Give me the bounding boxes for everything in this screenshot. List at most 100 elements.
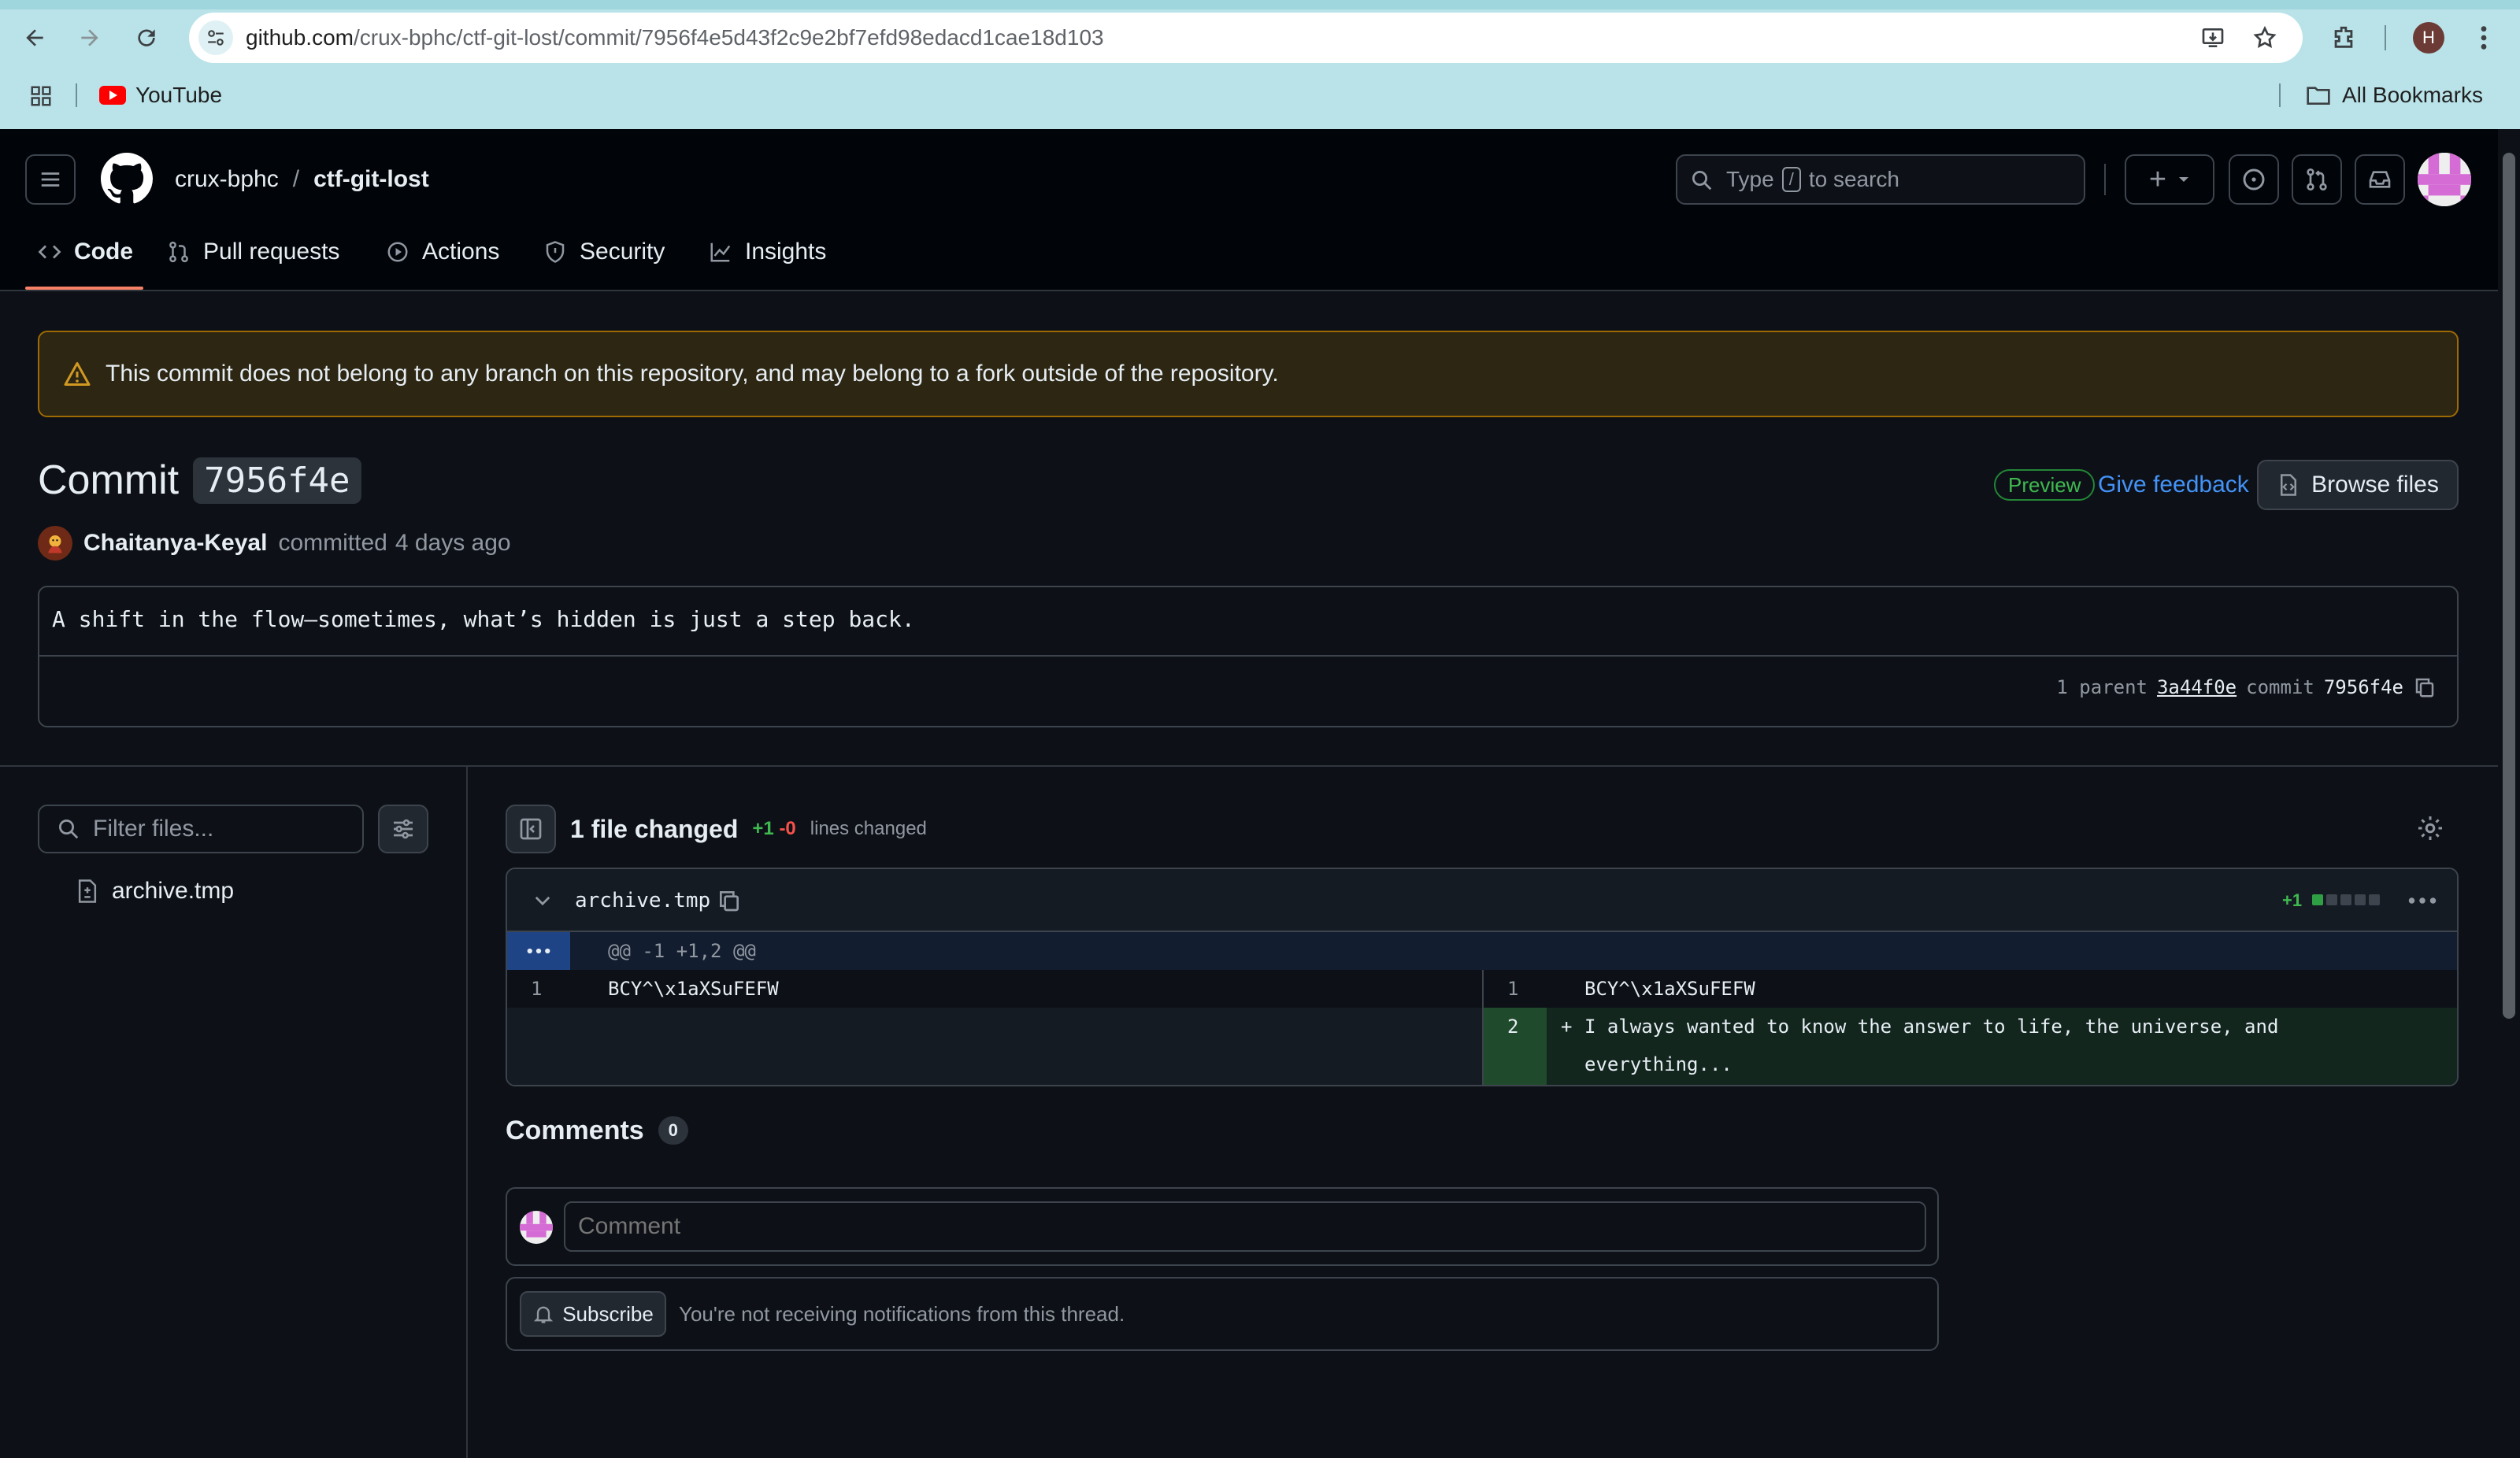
browse-files-button[interactable]: Browse files bbox=[2257, 460, 2459, 510]
preview-badge: Preview bbox=[1994, 469, 2096, 501]
install-app-icon[interactable] bbox=[2194, 19, 2232, 57]
tab-code[interactable]: Code bbox=[38, 230, 133, 274]
give-feedback-link[interactable]: Give feedback bbox=[2098, 469, 2249, 501]
star-icon[interactable] bbox=[2246, 19, 2284, 57]
search-icon bbox=[1692, 171, 1712, 191]
code-line-wrap: everything... bbox=[1584, 1053, 1732, 1075]
copy-icon[interactable] bbox=[2413, 675, 2437, 699]
subscription-status-text: You're not receiving notifications from … bbox=[679, 1302, 1125, 1326]
author-avatar-image bbox=[48, 535, 62, 553]
identicon-image bbox=[2418, 153, 2471, 206]
kebab-menu-icon[interactable] bbox=[2466, 19, 2501, 57]
issue-icon bbox=[2243, 168, 2265, 191]
code-line: BCY^\x1aXSuFEFW bbox=[1584, 978, 1755, 1000]
plus-icon: + bbox=[2148, 163, 2167, 196]
commit-time: 4 days ago bbox=[395, 530, 511, 556]
ellipsis-icon bbox=[527, 948, 550, 954]
identicon-image bbox=[520, 1211, 553, 1244]
address-bar[interactable]: github.com/crux-bphc/ctf-git-lost/commit… bbox=[189, 13, 2303, 63]
toggle-file-tree-button[interactable] bbox=[506, 805, 556, 853]
warning-text: This commit does not belong to any branc… bbox=[106, 361, 1279, 387]
commit-author-line: Chaitanya-Keyal committed 4 days ago bbox=[38, 524, 511, 562]
bookmark-divider bbox=[76, 83, 77, 107]
url-text: github.com/crux-bphc/ctf-git-lost/commit… bbox=[246, 13, 1104, 63]
profile-avatar[interactable]: H bbox=[2413, 22, 2444, 54]
bookmark-label: YouTube bbox=[135, 83, 223, 107]
forward-button[interactable] bbox=[69, 17, 110, 58]
url-domain: github.com bbox=[246, 25, 354, 50]
github-header: crux-bphc / ctf-git-lost Type / to searc… bbox=[0, 129, 2520, 291]
search-input[interactable]: Type / to search bbox=[1676, 154, 2085, 205]
filter-options-button[interactable] bbox=[378, 805, 428, 853]
filter-files-input[interactable]: Filter files... bbox=[38, 805, 364, 853]
alert-icon bbox=[64, 362, 91, 386]
comments-heading: Comments 0 bbox=[506, 1112, 688, 1149]
reload-button[interactable] bbox=[126, 17, 167, 58]
hamburger-icon bbox=[41, 172, 60, 187]
parent-label: 1 parent bbox=[2056, 676, 2148, 698]
search-prefix: Type bbox=[1726, 167, 1774, 191]
author-name-link[interactable]: Chaitanya-Keyal bbox=[83, 530, 267, 557]
diffstat-bar bbox=[2312, 894, 2380, 905]
hamburger-menu-button[interactable] bbox=[25, 154, 76, 205]
comments-title: Comments bbox=[506, 1115, 644, 1145]
pull-requests-button[interactable] bbox=[2292, 154, 2342, 205]
bookmark-youtube[interactable]: YouTube bbox=[99, 79, 222, 112]
parent-sha-link[interactable]: 3a44f0e bbox=[2157, 676, 2236, 698]
shield-icon bbox=[546, 241, 565, 263]
expand-hunk-button[interactable] bbox=[507, 932, 570, 970]
diff-file-name[interactable]: archive.tmp bbox=[575, 869, 710, 932]
all-bookmarks-button[interactable]: All Bookmarks bbox=[2306, 79, 2483, 112]
more-options-icon[interactable] bbox=[2408, 893, 2437, 908]
tab-insights[interactable]: Insights bbox=[709, 230, 826, 274]
inbox-button[interactable] bbox=[2355, 154, 2405, 205]
comments-count-badge: 0 bbox=[658, 1116, 688, 1145]
file-diff-icon bbox=[78, 879, 97, 903]
hunk-header-row: @@ -1 +1,2 @@ bbox=[507, 932, 2457, 970]
hunk-header-text: @@ -1 +1,2 @@ bbox=[608, 940, 756, 962]
scrollbar-thumb[interactable] bbox=[2503, 153, 2515, 1019]
file-tree-label: archive.tmp bbox=[112, 878, 235, 904]
page-scrollbar[interactable] bbox=[2498, 129, 2520, 1458]
github-logo-icon[interactable] bbox=[101, 153, 153, 209]
issues-button[interactable] bbox=[2229, 154, 2279, 205]
diff-settings-icon[interactable] bbox=[2416, 814, 2448, 846]
bookmarks-bar: YouTube All Bookmarks bbox=[0, 76, 2520, 115]
line-number[interactable]: 1 bbox=[531, 970, 542, 1008]
fork-warning-banner: This commit does not belong to any branc… bbox=[38, 331, 2459, 417]
tab-label: Insights bbox=[745, 239, 827, 265]
tab-label: Code bbox=[74, 239, 133, 265]
repo-name-link[interactable]: ctf-git-lost bbox=[313, 166, 429, 193]
extensions-icon[interactable] bbox=[2325, 19, 2362, 57]
file-tree-item[interactable]: archive.tmp bbox=[76, 874, 234, 908]
lines-removed: -0 bbox=[779, 818, 796, 839]
tab-actions[interactable]: Actions bbox=[386, 230, 499, 274]
page-title: Commit 7956f4e bbox=[38, 457, 361, 504]
line-number[interactable]: 2 bbox=[1507, 1008, 1518, 1045]
content-divider bbox=[0, 765, 2520, 767]
copy-icon[interactable] bbox=[717, 888, 742, 913]
author-avatar[interactable] bbox=[38, 526, 72, 561]
diff-summary-bar: 1 file changed +1 -0 lines changed bbox=[506, 805, 927, 853]
create-new-button[interactable]: + bbox=[2125, 154, 2214, 205]
search-placeholder: Type / to search bbox=[1726, 156, 1899, 203]
subscribe-button[interactable]: Subscribe bbox=[520, 1291, 666, 1337]
files-changed-count: 1 file changed bbox=[570, 814, 739, 843]
search-icon bbox=[59, 820, 79, 839]
sidebar-divider bbox=[466, 767, 468, 1458]
back-button[interactable] bbox=[14, 17, 55, 58]
tab-pull-requests[interactable]: Pull requests bbox=[167, 230, 339, 274]
user-avatar[interactable] bbox=[2418, 153, 2471, 206]
chevron-down-icon[interactable] bbox=[534, 893, 551, 908]
toolbar-divider bbox=[2385, 25, 2386, 50]
comment-input[interactable] bbox=[564, 1201, 1926, 1252]
apps-grid-icon[interactable] bbox=[22, 77, 60, 115]
inbox-icon bbox=[2369, 171, 2391, 188]
all-bookmarks-label: All Bookmarks bbox=[2342, 83, 2483, 107]
diff-file-added: +1 bbox=[2282, 890, 2303, 910]
line-number[interactable]: 1 bbox=[1507, 970, 1518, 1008]
repo-owner-link[interactable]: crux-bphc bbox=[175, 166, 279, 193]
commit-meta: 1 parent 3a44f0e commit 7956f4e bbox=[2056, 675, 2437, 699]
tab-security[interactable]: Security bbox=[543, 230, 665, 274]
site-info-icon[interactable] bbox=[198, 20, 233, 55]
